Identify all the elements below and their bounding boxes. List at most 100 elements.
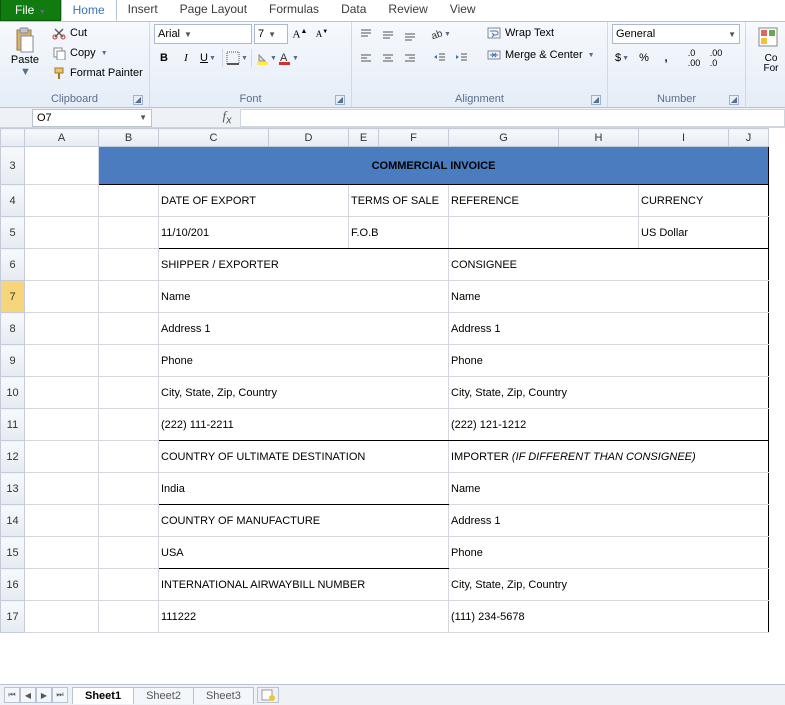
tab-data[interactable]: Data <box>330 0 377 21</box>
cell[interactable]: City, State, Zip, Country <box>159 377 449 409</box>
tab-review[interactable]: Review <box>377 0 438 21</box>
tab-formulas[interactable]: Formulas <box>258 0 330 21</box>
sheet-tab-1[interactable]: Sheet1 <box>72 687 134 704</box>
align-top-button[interactable] <box>356 24 376 44</box>
increase-indent-button[interactable] <box>452 48 472 68</box>
last-sheet-button[interactable]: ⏭ <box>52 687 68 703</box>
cell[interactable]: Name <box>449 473 769 505</box>
font-name-select[interactable]: Arial▼ <box>154 24 252 44</box>
cell[interactable]: Name <box>159 281 449 313</box>
accounting-format-button[interactable]: $▼ <box>612 48 632 68</box>
decrease-indent-button[interactable] <box>430 48 450 68</box>
number-format-select[interactable]: General▼ <box>612 24 740 44</box>
font-color-button[interactable]: A▼ <box>278 48 298 68</box>
cell[interactable] <box>99 537 159 569</box>
percent-format-button[interactable]: % <box>634 48 654 68</box>
align-right-button[interactable] <box>400 48 420 68</box>
cell[interactable]: SHIPPER / EXPORTER <box>159 249 449 281</box>
cell[interactable]: REFERENCE <box>449 185 639 217</box>
conditional-format-button[interactable]: Co For <box>750 24 785 74</box>
col-header[interactable]: J <box>729 129 769 147</box>
cell[interactable]: (222) 111-2211 <box>159 409 449 441</box>
cell[interactable] <box>25 249 99 281</box>
cell[interactable] <box>25 147 99 185</box>
cell[interactable] <box>99 217 159 249</box>
cell[interactable] <box>25 569 99 601</box>
cell[interactable]: Address 1 <box>449 313 769 345</box>
row-header[interactable]: 11 <box>1 409 25 441</box>
cell[interactable]: Name <box>449 281 769 313</box>
row-header[interactable]: 12 <box>1 441 25 473</box>
row-header[interactable]: 14 <box>1 505 25 537</box>
row-header[interactable]: 3 <box>1 147 25 185</box>
borders-button[interactable]: ▼ <box>227 48 247 68</box>
cell[interactable]: INTERNATIONAL AIRWAYBILL NUMBER <box>159 569 449 601</box>
row-header[interactable]: 10 <box>1 377 25 409</box>
cell[interactable]: City, State, Zip, Country <box>449 377 769 409</box>
cell[interactable]: 11/10/201 <box>159 217 349 249</box>
dialog-launcher-icon[interactable]: ◢ <box>335 95 345 105</box>
cell[interactable] <box>99 345 159 377</box>
col-header[interactable] <box>1 129 25 147</box>
cell[interactable] <box>25 473 99 505</box>
cell[interactable]: IMPORTER (IF DIFFERENT THAN CONSIGNEE) <box>449 441 769 473</box>
invoice-title[interactable]: COMMERCIAL INVOICE <box>99 147 769 185</box>
cell[interactable]: Phone <box>449 345 769 377</box>
cell[interactable] <box>25 505 99 537</box>
align-middle-button[interactable] <box>378 24 398 44</box>
cell[interactable]: COUNTRY OF MANUFACTURE <box>159 505 449 537</box>
row-header[interactable]: 4 <box>1 185 25 217</box>
cell[interactable] <box>99 441 159 473</box>
bold-button[interactable]: B <box>154 48 174 68</box>
cell[interactable] <box>25 377 99 409</box>
cell[interactable] <box>25 281 99 313</box>
cell[interactable]: (111) 234-5678 <box>449 601 769 633</box>
row-header[interactable]: 9 <box>1 345 25 377</box>
cell[interactable] <box>99 377 159 409</box>
fill-color-button[interactable]: ▼ <box>256 48 276 68</box>
row-header[interactable]: 5 <box>1 217 25 249</box>
cell[interactable]: Phone <box>159 345 449 377</box>
next-sheet-button[interactable]: ▶ <box>36 687 52 703</box>
sheet-tab-3[interactable]: Sheet3 <box>193 687 254 704</box>
fx-icon[interactable]: fx <box>214 108 240 127</box>
align-bottom-button[interactable] <box>400 24 420 44</box>
cell[interactable] <box>99 473 159 505</box>
cell[interactable]: Address 1 <box>159 313 449 345</box>
cell[interactable]: India <box>159 473 449 505</box>
wrap-text-button[interactable]: Wrap Text <box>482 24 600 42</box>
cut-button[interactable]: Cut <box>50 24 145 42</box>
decrease-font-button[interactable]: A▼ <box>312 24 332 44</box>
merge-center-button[interactable]: Merge & Center ▼ <box>482 46 600 64</box>
cell[interactable]: Phone <box>449 537 769 569</box>
cell[interactable] <box>25 217 99 249</box>
spreadsheet-grid[interactable]: ABCDEFGHIJ3COMMERCIAL INVOICE4DATE OF EX… <box>0 128 785 684</box>
cell[interactable]: DATE OF EXPORT <box>159 185 349 217</box>
col-header[interactable]: E <box>349 129 379 147</box>
tab-insert[interactable]: Insert <box>117 0 169 21</box>
cell[interactable] <box>99 601 159 633</box>
col-header[interactable]: F <box>379 129 449 147</box>
col-header[interactable]: I <box>639 129 729 147</box>
italic-button[interactable]: I <box>176 48 196 68</box>
paste-button[interactable]: Paste ▼ <box>4 24 46 78</box>
row-header[interactable]: 15 <box>1 537 25 569</box>
tab-page-layout[interactable]: Page Layout <box>169 0 258 21</box>
cell[interactable] <box>99 185 159 217</box>
cell[interactable]: Address 1 <box>449 505 769 537</box>
col-header[interactable]: B <box>99 129 159 147</box>
cell[interactable] <box>99 281 159 313</box>
cell[interactable] <box>25 313 99 345</box>
name-box[interactable]: O7▼ <box>32 109 152 127</box>
cell[interactable] <box>25 601 99 633</box>
new-sheet-button[interactable] <box>257 687 279 703</box>
col-header[interactable]: D <box>269 129 349 147</box>
row-header[interactable]: 17 <box>1 601 25 633</box>
cell[interactable]: US Dollar <box>639 217 769 249</box>
col-header[interactable]: H <box>559 129 639 147</box>
col-header[interactable]: C <box>159 129 269 147</box>
dialog-launcher-icon[interactable]: ◢ <box>591 95 601 105</box>
align-center-button[interactable] <box>378 48 398 68</box>
dialog-launcher-icon[interactable]: ◢ <box>729 95 739 105</box>
decrease-decimal-button[interactable]: .00.0 <box>706 48 726 68</box>
